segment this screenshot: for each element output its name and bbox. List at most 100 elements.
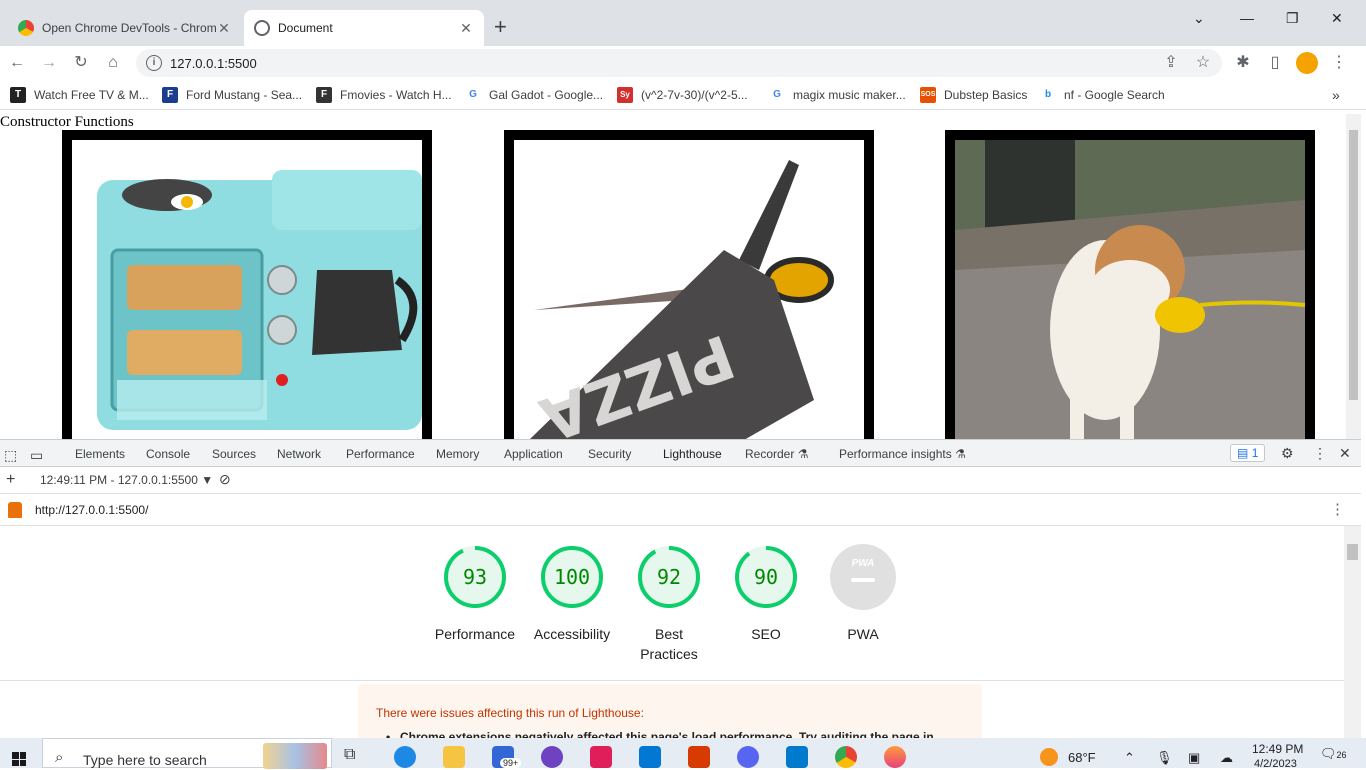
page-scrollbar[interactable]: [1346, 114, 1361, 439]
meet-icon[interactable]: 🎙: [1156, 750, 1173, 766]
clear-reports-icon[interactable]: ⊘: [219, 471, 231, 488]
tab-document[interactable]: Document ✕: [244, 10, 484, 46]
report-scrollbar[interactable]: [1344, 526, 1361, 738]
office-icon[interactable]: [688, 746, 710, 768]
issues-counter-button[interactable]: ▤ 1: [1230, 444, 1266, 462]
settings-gear-icon[interactable]: ⚙: [1281, 445, 1294, 462]
notification-center-icon[interactable]: 🗨26: [1320, 746, 1347, 762]
more-bookmarks-icon[interactable]: »: [1332, 87, 1340, 103]
taskbar-search-box[interactable]: ⌕ Type here to search: [42, 738, 332, 769]
github-icon[interactable]: [541, 746, 563, 768]
address-bar[interactable]: i 127.0.0.1:5500 ⇪ ☆: [136, 49, 1222, 77]
report-selector[interactable]: 12:49:11 PM - 127.0.0.1:5500 ▼: [40, 473, 213, 487]
site-info-icon[interactable]: i: [146, 55, 162, 71]
devtools-tab-security[interactable]: Security: [588, 447, 631, 461]
new-tab-icon[interactable]: +: [494, 14, 507, 40]
bookmark-item[interactable]: SOS Dubstep Basics: [920, 87, 1027, 103]
issues-count: 1: [1251, 446, 1259, 460]
devtools-tab-console[interactable]: Console: [146, 447, 190, 461]
close-tab-icon[interactable]: ✕: [216, 20, 232, 37]
extensions-icon[interactable]: ✱: [1232, 52, 1254, 74]
display-icon[interactable]: ▣: [1188, 750, 1200, 766]
bookmark-item[interactable]: F Fmovies - Watch H...: [316, 87, 452, 103]
devtools-tab-application[interactable]: Application: [504, 447, 563, 461]
edge-icon[interactable]: [394, 746, 416, 768]
report-url[interactable]: http://127.0.0.1:5500/: [35, 503, 148, 517]
tab-label: Recorder: [745, 447, 795, 461]
pwa-dash-icon: [851, 578, 875, 582]
firefox-icon[interactable]: [884, 746, 906, 768]
devtools-tab-memory[interactable]: Memory: [436, 447, 479, 461]
devtools-tab-recorder[interactable]: Recorder ⚗: [745, 447, 808, 461]
page-viewport: Constructor Functions PIZZA: [0, 114, 1346, 439]
vscode-icon[interactable]: [786, 746, 808, 768]
bookmark-item[interactable]: b nf - Google Search: [1040, 87, 1165, 103]
devtools-menu-icon[interactable]: ⋮: [1313, 445, 1327, 462]
gauge-label: SEO: [751, 626, 781, 642]
tray-overflow-icon[interactable]: ⌃: [1124, 750, 1135, 766]
dropdown-caret-icon: ▼: [201, 473, 214, 487]
tab-devtools-docs[interactable]: Open Chrome DevTools - Chrome ✕: [8, 10, 242, 46]
back-icon[interactable]: ←: [6, 52, 28, 74]
bookmark-item[interactable]: T Watch Free TV & M...: [10, 87, 149, 103]
devtools-tab-performance-insights[interactable]: Performance insights ⚗: [839, 447, 966, 461]
bookmark-label: Watch Free TV & M...: [34, 88, 149, 102]
close-tab-icon[interactable]: ✕: [458, 20, 474, 37]
close-window-icon[interactable]: ✕: [1331, 10, 1343, 27]
google-icon: G: [465, 87, 481, 103]
chrome-taskbar-icon[interactable]: [835, 746, 857, 768]
close-devtools-icon[interactable]: ✕: [1339, 445, 1351, 462]
devtools-tab-elements[interactable]: Elements: [75, 447, 125, 461]
file-explorer-icon[interactable]: [443, 746, 465, 768]
gauge-seo[interactable]: 90 SEO: [718, 544, 814, 644]
clock-time[interactable]: 12:49 PM: [1252, 742, 1303, 756]
task-view-icon[interactable]: ⧉: [344, 746, 366, 768]
profile-avatar[interactable]: [1296, 52, 1318, 74]
devtools-tab-lighthouse[interactable]: Lighthouse: [653, 447, 732, 469]
gauge-accessibility[interactable]: 100 Accessibility: [524, 544, 620, 644]
maximize-icon[interactable]: ❐: [1286, 10, 1299, 27]
new-report-icon[interactable]: +: [6, 471, 15, 489]
gauge-best-practices[interactable]: 92 Best Practices: [621, 544, 717, 664]
share-icon[interactable]: ⇪: [1160, 52, 1182, 74]
mail-icon[interactable]: 99+: [492, 746, 522, 768]
side-panel-icon[interactable]: ▯: [1264, 52, 1286, 74]
bookmark-item[interactable]: Sy (v^2-7v-30)/(v^2-5...: [617, 87, 748, 103]
slack-icon[interactable]: [590, 746, 612, 768]
bookmark-label: Dubstep Basics: [944, 88, 1028, 102]
tab-search-icon[interactable]: ⌄: [1193, 10, 1205, 27]
bookmark-label: (v^2-7v-30)/(v^2-5...: [641, 88, 748, 102]
bookmark-item[interactable]: G Gal Gadot - Google...: [465, 87, 603, 103]
url-text[interactable]: 127.0.0.1:5500: [170, 56, 257, 71]
weather-temp[interactable]: 68°F: [1068, 750, 1096, 765]
report-menu-icon[interactable]: ⋮: [1330, 500, 1345, 518]
menu-icon[interactable]: ⋮: [1328, 52, 1350, 74]
clock-date[interactable]: 4/2/2023: [1254, 758, 1297, 770]
score-ring: 93: [442, 544, 508, 610]
gauge-pwa[interactable]: PWA PWA: [815, 544, 911, 644]
devtools-tab-sources[interactable]: Sources: [212, 447, 256, 461]
device-toolbar-icon[interactable]: ▭: [30, 447, 43, 464]
bookmark-item[interactable]: F Ford Mustang - Sea...: [162, 87, 302, 103]
weather-sun-icon[interactable]: [1040, 748, 1058, 766]
gauge-label: Best Practices: [640, 626, 698, 662]
gauge-performance[interactable]: 93 Performance: [427, 544, 523, 644]
devtools-tab-performance[interactable]: Performance: [346, 447, 415, 461]
devtools-tab-network[interactable]: Network: [277, 447, 321, 461]
discord-icon[interactable]: [737, 746, 759, 768]
sos-icon: SOS: [920, 87, 936, 103]
bookmark-item[interactable]: Gmagix music maker...: [769, 87, 906, 103]
minimize-icon[interactable]: —: [1240, 10, 1254, 26]
browser-toolbar: ← → ↻ ⌂ i 127.0.0.1:5500 ⇪ ☆ ✱ ▯ ⋮: [0, 46, 1366, 80]
page-scrollbar-thumb[interactable]: [1349, 130, 1358, 400]
bookmark-star-icon[interactable]: ☆: [1192, 52, 1214, 74]
reload-icon[interactable]: ↻: [70, 52, 92, 74]
store-icon[interactable]: [639, 746, 661, 768]
inspect-element-icon[interactable]: ⬚: [4, 447, 17, 464]
report-scrollbar-thumb[interactable]: [1347, 544, 1358, 560]
forward-icon[interactable]: →: [38, 52, 60, 74]
home-icon[interactable]: ⌂: [102, 52, 124, 74]
score-value: 90: [753, 565, 779, 589]
onedrive-icon[interactable]: ☁: [1220, 750, 1233, 766]
windows-start-icon[interactable]: [12, 752, 26, 766]
